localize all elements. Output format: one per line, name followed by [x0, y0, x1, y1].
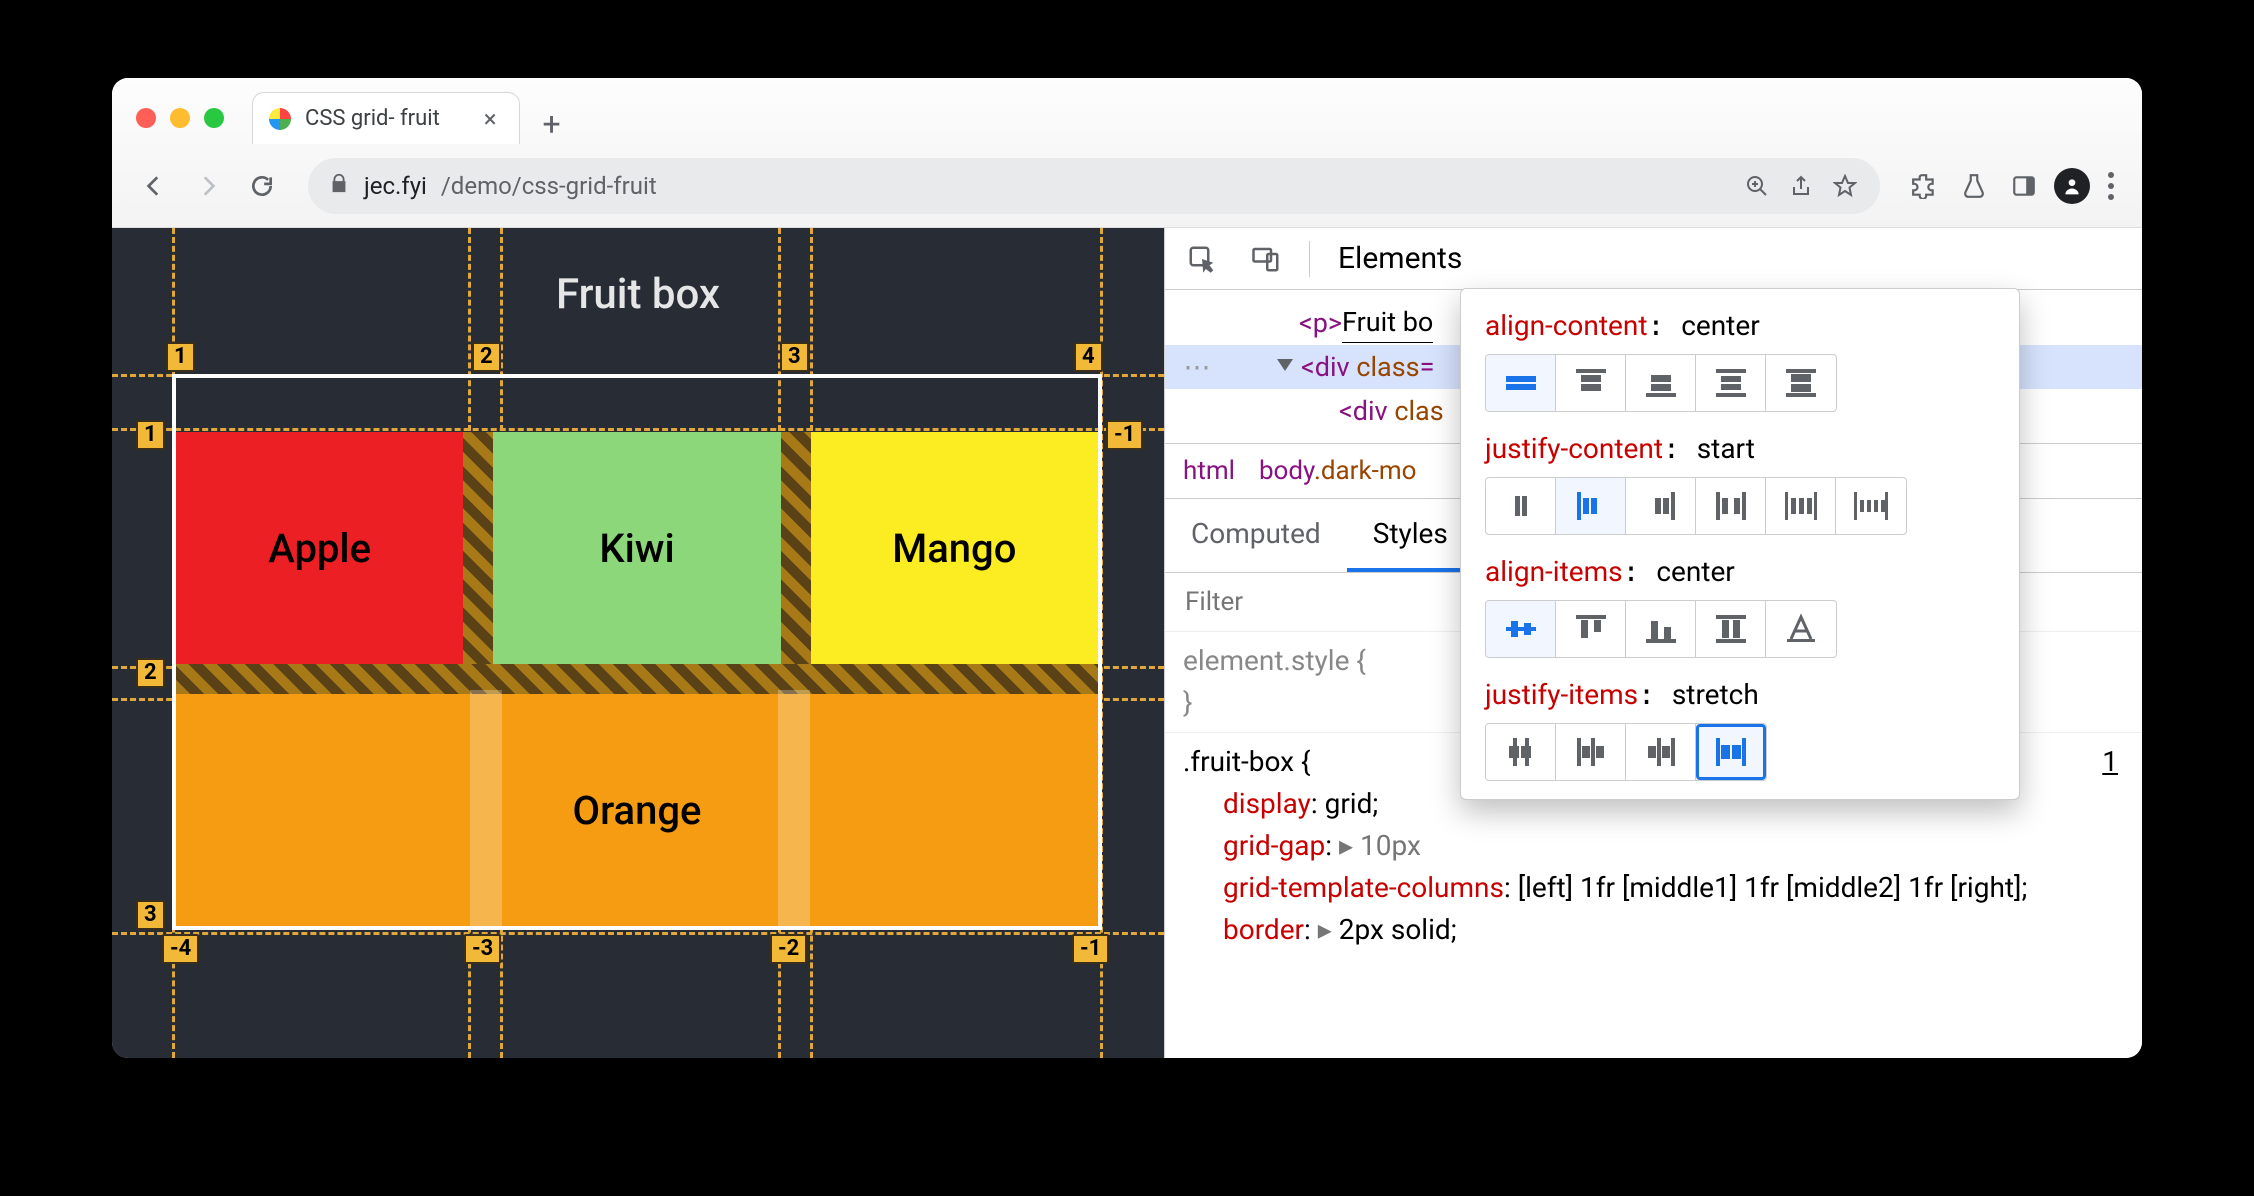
grid-number: 2	[472, 342, 501, 372]
minimize-window-icon[interactable]	[170, 108, 190, 128]
grid-number: -1	[1106, 420, 1143, 450]
justify-content-space-evenly-icon[interactable]	[1836, 478, 1906, 534]
justify-items-stretch-icon[interactable]	[1696, 724, 1766, 780]
toolbar: jec.fyi/demo/css-grid-fruit	[112, 144, 2142, 228]
lock-icon	[328, 172, 350, 200]
browser-tab[interactable]: CSS grid- fruit ×	[252, 92, 520, 144]
justify-content-start-icon[interactable]	[1556, 478, 1626, 534]
grid-number: 3	[136, 900, 165, 930]
grid-number: 1	[136, 420, 165, 450]
devtools-panel: Elements <p>Fruit bo ⋯ <div class= <div …	[1164, 228, 2142, 1058]
align-items-end-icon[interactable]	[1626, 601, 1696, 657]
grid-overlay: 1 2 3 4 1 2 3 -1 -4 -3 -2 -1	[172, 374, 1102, 930]
grid-number: -3	[464, 934, 501, 964]
breadcrumb-item[interactable]: html	[1183, 456, 1235, 486]
align-items-baseline-icon[interactable]	[1766, 601, 1836, 657]
justify-items-end-icon[interactable]	[1626, 724, 1696, 780]
grid-line-overlay	[778, 690, 810, 930]
disclosure-triangle-icon[interactable]	[1277, 359, 1293, 371]
labs-icon[interactable]	[1954, 166, 1994, 206]
breadcrumb-item[interactable]: body.dark-mo	[1259, 456, 1417, 486]
url-host: jec.fyi	[364, 172, 427, 200]
inspect-icon[interactable]	[1173, 228, 1231, 289]
device-toggle-icon[interactable]	[1237, 228, 1295, 289]
subtab-styles[interactable]: Styles	[1347, 499, 1474, 572]
reload-button[interactable]	[240, 164, 284, 208]
page-viewport: Fruit box 1 2 3 4 1 2 3 -1 -4 -3 -2	[112, 228, 1164, 1058]
grid-line-horizontal	[112, 932, 1164, 935]
extensions-icon[interactable]	[1904, 166, 1944, 206]
popover-row-align-items: align-items: center	[1485, 555, 1995, 658]
grid-cell-kiwi: Kiwi	[493, 432, 780, 664]
forward-button[interactable]	[186, 164, 230, 208]
tab-title: CSS grid- fruit	[305, 106, 440, 131]
tab-strip: CSS grid- fruit × +	[112, 78, 2142, 144]
page-title: Fruit box	[112, 270, 1164, 319]
subtab-computed[interactable]: Computed	[1165, 499, 1347, 572]
grid-line-overlay	[470, 690, 502, 930]
url-path: /demo/css-grid-fruit	[441, 172, 657, 200]
browser-menu-icon[interactable]	[2100, 164, 2122, 208]
zoom-icon[interactable]	[1742, 171, 1772, 201]
justify-content-space-around-icon[interactable]	[1766, 478, 1836, 534]
close-tab-icon[interactable]: ×	[484, 105, 497, 133]
style-declaration[interactable]: grid-gap: ▸ 10px	[1183, 825, 2124, 867]
browser-window: CSS grid- fruit × + jec.fyi/demo/css-gri…	[112, 78, 2142, 1058]
grid-number: -4	[162, 934, 199, 964]
grid-number: 4	[1074, 342, 1103, 372]
share-icon[interactable]	[1786, 171, 1816, 201]
align-content-start-icon[interactable]	[1556, 355, 1626, 411]
fruit-box-grid: Apple Kiwi Mango Orange	[172, 374, 1102, 930]
align-items-start-icon[interactable]	[1556, 601, 1626, 657]
grid-number: 2	[136, 658, 165, 688]
grid-gap	[781, 432, 811, 664]
popover-row-justify-items: justify-items: stretch	[1485, 678, 1995, 781]
justify-content-end-icon[interactable]	[1626, 478, 1696, 534]
browser-chrome: CSS grid- fruit × + jec.fyi/demo/css-gri…	[112, 78, 2142, 228]
align-content-space-around-icon[interactable]	[1696, 355, 1766, 411]
address-bar[interactable]: jec.fyi/demo/css-grid-fruit	[308, 158, 1880, 214]
source-link[interactable]: 1	[2102, 741, 2118, 783]
favicon-icon	[269, 108, 291, 130]
align-items-center-icon[interactable]	[1486, 601, 1556, 657]
style-declaration[interactable]: grid-template-columns: [left] 1fr [middl…	[1183, 867, 2124, 909]
devtools-tab-elements[interactable]: Elements	[1324, 228, 1476, 289]
justify-content-space-between-icon[interactable]	[1696, 478, 1766, 534]
grid-number: 1	[166, 342, 195, 372]
popover-row-align-content: align-content: center	[1485, 309, 1995, 412]
grid-number: -2	[770, 934, 807, 964]
grid-gap	[463, 432, 493, 664]
window-controls	[130, 108, 230, 144]
justify-items-start-icon[interactable]	[1556, 724, 1626, 780]
align-content-end-icon[interactable]	[1626, 355, 1696, 411]
close-window-icon[interactable]	[136, 108, 156, 128]
grid-cell-mango: Mango	[811, 432, 1098, 664]
grid-cell-apple: Apple	[176, 432, 463, 664]
popover-row-justify-content: justify-content: start	[1485, 432, 1995, 535]
grid-alignment-popover: align-content: center justify-content: s…	[1460, 288, 2020, 800]
content-area: Fruit box 1 2 3 4 1 2 3 -1 -4 -3 -2	[112, 228, 2142, 1058]
profile-icon[interactable]	[2054, 168, 2090, 204]
justify-items-center-icon[interactable]	[1486, 724, 1556, 780]
grid-number: 3	[780, 342, 809, 372]
ellipsis-icon: ⋯	[1177, 347, 1217, 387]
grid-gap	[176, 664, 1098, 694]
bookmark-icon[interactable]	[1830, 171, 1860, 201]
new-tab-button[interactable]: +	[532, 104, 572, 144]
align-content-center-icon[interactable]	[1486, 355, 1556, 411]
align-content-stretch-icon[interactable]	[1766, 355, 1836, 411]
justify-content-center-icon[interactable]	[1486, 478, 1556, 534]
grid-cell-orange: Orange	[176, 694, 1098, 926]
devtools-tabs: Elements	[1165, 228, 2142, 290]
style-declaration[interactable]: border: ▸ 2px solid;	[1183, 909, 2124, 951]
zoom-window-icon[interactable]	[204, 108, 224, 128]
align-items-stretch-icon[interactable]	[1696, 601, 1766, 657]
grid-number: -1	[1072, 934, 1109, 964]
side-panel-icon[interactable]	[2004, 166, 2044, 206]
back-button[interactable]	[132, 164, 176, 208]
